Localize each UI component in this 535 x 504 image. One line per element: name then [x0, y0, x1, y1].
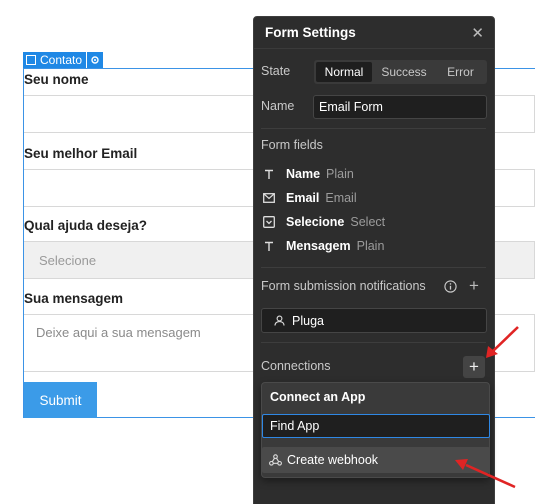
form-field-name: Name	[286, 167, 321, 181]
form-field-item[interactable]: Selecione Select	[262, 213, 385, 231]
popover-title: Connect an App	[270, 390, 366, 404]
state-label: State	[261, 64, 291, 78]
name-label: Seu nome	[24, 72, 89, 87]
message-placeholder: Deixe aqui a sua mensagem	[36, 325, 201, 340]
notification-recipient[interactable]: Pluga	[261, 308, 487, 333]
message-label: Sua mensagem	[24, 291, 124, 306]
help-select-placeholder: Selecione	[39, 252, 97, 268]
form-field-name: Mensagem	[286, 239, 351, 253]
form-name-input[interactable]: Email Form	[313, 95, 487, 119]
divider	[261, 128, 486, 129]
panel-title: Form Settings	[265, 25, 356, 40]
text-icon	[262, 167, 276, 181]
webhook-icon	[269, 454, 282, 466]
notification-recipient-label: Pluga	[292, 313, 324, 328]
state-error-tab[interactable]: Error	[436, 62, 485, 82]
form-field-item[interactable]: Name Plain	[262, 165, 354, 183]
box-icon	[26, 55, 36, 65]
help-label: Qual ajuda deseja?	[24, 218, 148, 233]
form-field-item[interactable]: Mensagem Plain	[262, 237, 384, 255]
connections-heading: Connections	[261, 359, 331, 373]
form-field-type: Plain	[356, 239, 385, 253]
close-icon[interactable]: ✕	[471, 24, 484, 42]
name-row-label: Name	[261, 99, 295, 113]
form-fields-heading: Form fields	[261, 138, 323, 152]
gear-icon[interactable]	[87, 52, 104, 68]
add-connection-button[interactable]: +	[463, 356, 485, 378]
panel-header: Form Settings ✕	[254, 17, 494, 49]
form-field-type: Plain	[326, 167, 354, 181]
email-icon	[262, 191, 276, 205]
divider	[261, 267, 486, 268]
divider	[261, 342, 486, 343]
selection-tag-label: Contato	[40, 53, 83, 67]
state-normal-tab[interactable]: Normal	[316, 62, 372, 82]
state-success-tab[interactable]: Success	[372, 62, 436, 82]
connections-row: Connections	[261, 359, 486, 373]
user-icon	[274, 315, 285, 326]
create-webhook-item[interactable]: Create webhook	[262, 447, 490, 473]
create-webhook-label: Create webhook	[287, 453, 379, 467]
form-field-item[interactable]: Email Email	[262, 189, 357, 207]
find-app-input[interactable]: Find App	[262, 414, 490, 438]
form-field-name: Selecione	[286, 215, 345, 229]
state-segmented-control: Normal Success Error	[314, 60, 487, 84]
info-icon[interactable]	[442, 278, 458, 294]
email-label: Seu melhor Email	[24, 146, 138, 161]
submit-button[interactable]: Submit	[24, 382, 97, 418]
select-icon	[262, 215, 276, 229]
add-notification-icon[interactable]: +	[466, 276, 482, 295]
form-field-name: Email	[286, 191, 320, 205]
text-icon	[262, 239, 276, 253]
connect-app-popover: Connect an App Find App Create webhook	[261, 382, 490, 478]
form-fields-heading-row: Form fields	[261, 138, 486, 152]
form-field-type: Select	[350, 215, 386, 229]
form-field-type: Email	[325, 191, 357, 205]
selection-tag[interactable]: Contato	[23, 52, 104, 68]
notifications-heading: Form submission notifications	[261, 279, 426, 293]
